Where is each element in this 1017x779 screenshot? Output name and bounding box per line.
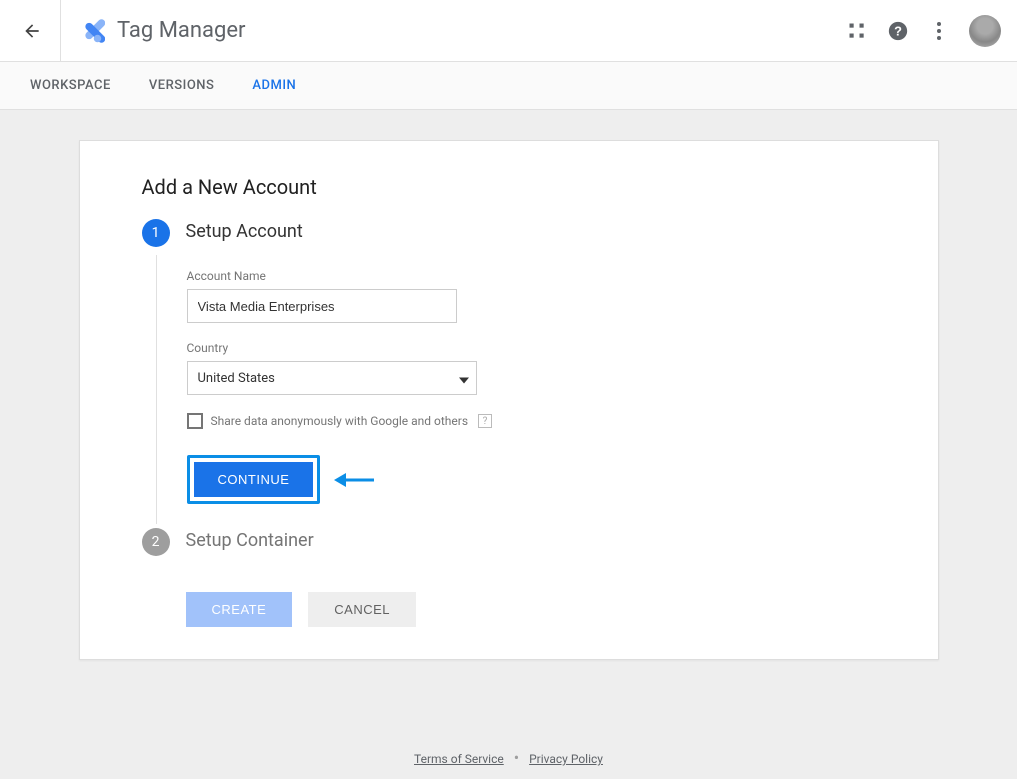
account-name-group: Account Name (187, 269, 876, 323)
country-label: Country (187, 341, 876, 355)
step-1-badge: 1 (142, 219, 170, 247)
app-title: Tag Manager (117, 18, 245, 43)
annotation-arrow-icon (334, 471, 374, 489)
step-2-badge: 2 (142, 528, 170, 556)
more-menu-icon[interactable] (929, 21, 949, 41)
footer-separator: • (514, 748, 519, 767)
svg-text:?: ? (894, 23, 902, 38)
continue-button[interactable]: CONTINUE (194, 462, 314, 497)
country-group: Country United States (187, 341, 876, 395)
step-1-header: 1 Setup Account (142, 219, 876, 247)
page-body: Add a New Account 1 Setup Account Accoun… (0, 110, 1017, 704)
card-actions: CREATE CANCEL (186, 592, 876, 627)
country-selected-value: United States (187, 361, 477, 395)
card-title: Add a New Account (142, 175, 876, 199)
avatar[interactable] (969, 15, 1001, 47)
share-data-checkbox[interactable] (187, 413, 203, 429)
back-button[interactable] (20, 19, 44, 43)
divider (60, 0, 61, 62)
tab-workspace[interactable]: WORKSPACE (30, 78, 111, 93)
help-icon[interactable]: ? (887, 20, 909, 42)
top-right-controls: ? (847, 15, 1001, 47)
step-2-header: 2 Setup Container (142, 528, 876, 556)
step-1-title: Setup Account (186, 219, 303, 242)
footer-tos-link[interactable]: Terms of Service (414, 752, 504, 766)
country-select[interactable]: United States (187, 361, 477, 395)
arrow-left-icon (22, 21, 42, 41)
continue-highlight: CONTINUE (187, 455, 321, 504)
top-bar: Tag Manager ? (0, 0, 1017, 62)
create-button[interactable]: CREATE (186, 592, 293, 627)
share-data-help-icon[interactable]: ? (478, 414, 492, 428)
tag-manager-logo-icon (75, 16, 105, 46)
share-data-row: Share data anonymously with Google and o… (187, 413, 876, 429)
cancel-button[interactable]: CANCEL (308, 592, 416, 627)
tab-admin[interactable]: ADMIN (252, 78, 296, 93)
footer: Terms of Service • Privacy Policy (0, 704, 1017, 779)
account-name-input[interactable] (187, 289, 457, 323)
apps-icon[interactable] (847, 21, 867, 41)
tab-bar: WORKSPACE VERSIONS ADMIN (0, 62, 1017, 110)
step-1-body: Account Name Country United States Share… (156, 255, 876, 524)
continue-wrap: CONTINUE (187, 455, 876, 504)
account-card: Add a New Account 1 Setup Account Accoun… (79, 140, 939, 660)
step-2-title: Setup Container (186, 528, 314, 551)
footer-privacy-link[interactable]: Privacy Policy (529, 752, 603, 766)
share-data-label: Share data anonymously with Google and o… (211, 414, 469, 428)
account-name-label: Account Name (187, 269, 876, 283)
tab-versions[interactable]: VERSIONS (149, 78, 215, 93)
